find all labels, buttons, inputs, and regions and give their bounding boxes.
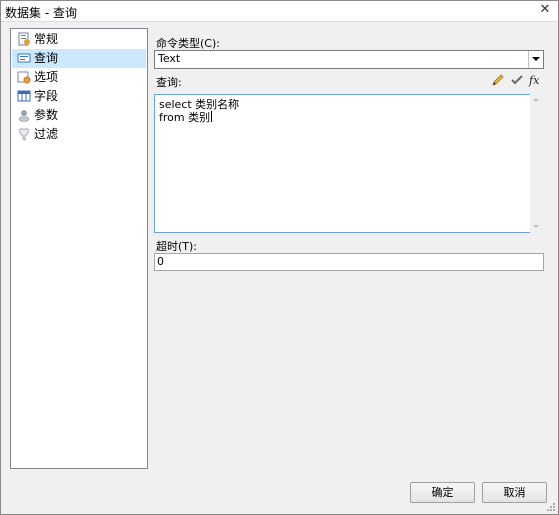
query-line-text: from 类别 bbox=[159, 111, 211, 124]
cancel-button[interactable]: 取消 bbox=[482, 482, 547, 503]
title-bar: 数据集 - 查询 ✕ bbox=[1, 1, 558, 22]
scroll-down-icon[interactable] bbox=[533, 225, 539, 228]
sidebar-item-options[interactable]: 选项 bbox=[12, 68, 146, 87]
sidebar-item-fields[interactable]: 字段 bbox=[12, 87, 146, 106]
query-scrollbar[interactable] bbox=[530, 94, 543, 233]
sidebar-item-label: 常规 bbox=[34, 32, 59, 46]
general-icon bbox=[18, 32, 30, 46]
filter-icon bbox=[19, 128, 29, 141]
sidebar-item-label: 查询 bbox=[34, 51, 59, 65]
sidebar-nav: 常规 查询 选项 字段 参数 过滤 bbox=[10, 28, 148, 469]
timeout-field[interactable]: 0 bbox=[154, 253, 544, 271]
chevron-down-icon bbox=[532, 57, 540, 61]
command-type-label: 命令类型(C): bbox=[156, 37, 220, 50]
check-icon[interactable] bbox=[510, 73, 524, 87]
dropdown-button[interactable] bbox=[528, 51, 543, 68]
text-caret bbox=[211, 111, 213, 122]
parameters-icon bbox=[18, 110, 30, 122]
query-line: select 类别名称 bbox=[159, 98, 240, 111]
pencil-icon[interactable] bbox=[491, 73, 505, 87]
options-icon bbox=[17, 71, 31, 84]
resize-grip-icon[interactable] bbox=[546, 502, 556, 512]
sidebar-item-label: 参数 bbox=[34, 108, 59, 122]
sidebar-item-filter[interactable]: 过滤 bbox=[12, 125, 146, 144]
sidebar-item-parameters[interactable]: 参数 bbox=[12, 106, 146, 125]
window-title: 数据集 - 查询 bbox=[5, 6, 77, 20]
query-line-last: from 类别 bbox=[159, 111, 213, 124]
scroll-up-icon[interactable] bbox=[533, 98, 539, 101]
close-icon[interactable]: ✕ bbox=[538, 3, 552, 17]
sidebar-item-label: 过滤 bbox=[34, 127, 59, 141]
timeout-value: 0 bbox=[157, 255, 164, 268]
sidebar-item-label: 选项 bbox=[34, 70, 59, 84]
command-type-value: Text bbox=[158, 52, 181, 65]
command-type-select[interactable]: Text bbox=[154, 50, 544, 69]
query-label: 查询: bbox=[156, 76, 182, 89]
query-textarea[interactable]: select 类别名称 from 类别 bbox=[154, 94, 531, 233]
fields-icon bbox=[17, 90, 31, 102]
sidebar-item-general[interactable]: 常规 bbox=[12, 30, 146, 49]
dialog-window: 数据集 - 查询 ✕ 常规 查询 选项 字段 参数 过滤 命令类型(C): Te… bbox=[0, 0, 559, 515]
query-icon bbox=[17, 53, 31, 63]
timeout-label: 超时(T): bbox=[156, 240, 198, 253]
function-icon[interactable]: fx bbox=[528, 73, 542, 87]
sidebar-item-query[interactable]: 查询 bbox=[12, 49, 146, 68]
svg-text:fx: fx bbox=[528, 74, 540, 87]
sidebar-item-label: 字段 bbox=[34, 89, 59, 103]
ok-button[interactable]: 确定 bbox=[410, 482, 475, 503]
